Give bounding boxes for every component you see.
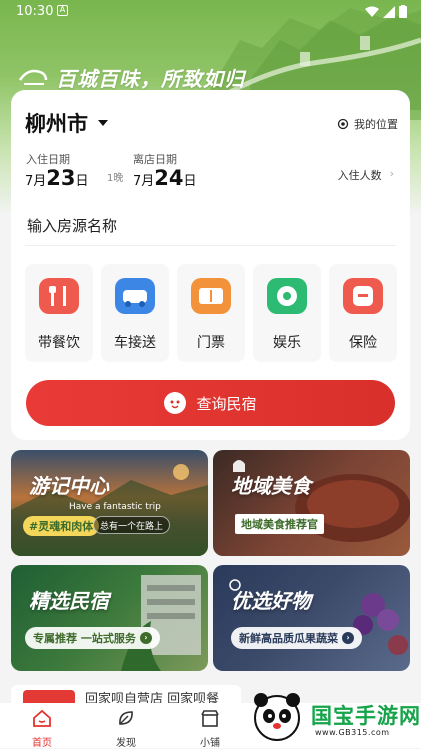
car-icon: [115, 278, 155, 314]
service-label: 门票: [197, 335, 225, 351]
arrow-right-icon: ›: [342, 632, 354, 644]
search-card: 柳州市 我的位置 入住日期 7月23日 1晚 离店日期 7月24日 入住人数 ›…: [11, 90, 410, 440]
service-label: 保险: [349, 335, 377, 351]
dining-icon: [39, 278, 79, 314]
checkout-day: 24: [154, 166, 184, 190]
app-notification-icon: A: [57, 5, 68, 16]
tab-discover[interactable]: 发现: [96, 705, 156, 749]
fruit-basket-image: [229, 579, 408, 655]
service-label: 车接送: [114, 335, 156, 351]
service-car[interactable]: 车接送: [101, 264, 169, 362]
tile-local-food[interactable]: 地域美食 地域美食推荐官: [213, 450, 410, 556]
slogan-text: 百城百味，所致如归: [56, 66, 245, 91]
tile-title: 游记中心: [29, 474, 109, 498]
guests-selector[interactable]: 入住人数 ›: [338, 167, 394, 183]
checkin-unit: 日: [75, 174, 89, 189]
tile-title: 优选好物: [231, 589, 311, 613]
checkin-label: 入住日期: [26, 153, 70, 166]
tile-homestay[interactable]: 精选民宿 专属推荐 一站式服务 ›: [11, 565, 208, 671]
checkin-month: 7月: [25, 174, 47, 189]
tile-pill: 专属推荐 一站式服务 ›: [25, 627, 160, 649]
slogan: 百城百味，所致如归: [18, 62, 245, 92]
tile-title: 精选民宿: [29, 589, 109, 613]
tile-pill: 新鲜高品质瓜果蔬菜 ›: [231, 627, 362, 649]
tile-pill-label: 新鲜高品质瓜果蔬菜: [239, 632, 338, 645]
food-image: [233, 460, 410, 542]
my-location-label: 我的位置: [354, 118, 398, 131]
ticket-icon: [191, 278, 231, 314]
checkout-label: 离店日期: [133, 153, 177, 166]
watermark-url: www.GB315.com: [315, 728, 390, 737]
watermark-brand: 国宝手游网: [311, 704, 421, 728]
caret-down-icon: [98, 120, 108, 126]
insurance-icon: [343, 278, 383, 314]
signal-icon: [383, 5, 395, 18]
service-entertainment[interactable]: 娱乐: [253, 264, 321, 362]
tile-pill-label: 专属推荐 一站式服务: [33, 632, 136, 645]
locate-icon: [337, 118, 349, 130]
tab-label: 小铺: [200, 738, 220, 749]
service-label: 娱乐: [273, 335, 301, 351]
homestay-image: [121, 575, 201, 671]
tab-home[interactable]: 首页: [12, 705, 72, 749]
checkout-unit: 日: [183, 174, 197, 189]
checkin-date[interactable]: 7月23日: [25, 166, 89, 190]
status-icons: [365, 5, 407, 18]
service-list: 带餐饮 车接送 门票 娱乐 保险: [25, 264, 397, 362]
tile-subtitle: Have a fantastic trip: [69, 502, 161, 512]
tile-title: 地域美食: [231, 474, 311, 498]
entertainment-icon: [267, 278, 307, 314]
shop-icon: [201, 710, 219, 727]
arrow-right-icon: ›: [139, 632, 152, 644]
my-location-button[interactable]: 我的位置: [337, 116, 398, 132]
guests-label: 入住人数: [337, 169, 382, 182]
checkout-date[interactable]: 7月24日: [133, 166, 197, 190]
tile-note: 总有一个在路上: [93, 516, 171, 534]
mascot-icon: [164, 392, 187, 414]
great-wall-logo-icon: [18, 69, 48, 85]
service-ticket[interactable]: 门票: [177, 264, 245, 362]
city-name: 柳州市: [25, 112, 88, 136]
tile-tag: 地域美食推荐官: [235, 514, 324, 534]
chevron-right-icon: ›: [389, 167, 394, 180]
service-dining[interactable]: 带餐饮: [25, 264, 93, 362]
wifi-icon: [365, 6, 379, 17]
checkout-month: 7月: [133, 174, 155, 189]
nights-count: 1晚: [107, 173, 124, 184]
tile-travel-notes[interactable]: 游记中心 Have a fantastic trip #灵魂和肉体 总有一个在路…: [11, 450, 208, 556]
service-insurance[interactable]: 保险: [329, 264, 397, 362]
tab-shop[interactable]: 小铺: [180, 705, 240, 749]
tab-label: 发现: [116, 738, 136, 749]
status-bar: 10:30 A: [0, 0, 421, 24]
service-label: 带餐饮: [38, 335, 80, 351]
store-banner[interactable]: 回家呗自营店 回家呗餐: [11, 685, 241, 705]
status-time: 10:30: [16, 4, 54, 19]
watermark: 国宝手游网 www.GB315.com: [245, 688, 421, 748]
checkin-day: 23: [46, 166, 76, 190]
house-name-input[interactable]: 输入房源名称: [27, 215, 117, 236]
discover-icon: [119, 711, 133, 725]
panda-logo-icon: [254, 693, 300, 741]
search-homestay-button[interactable]: 查询民宿: [26, 380, 395, 426]
search-button-label: 查询民宿: [196, 394, 257, 413]
tile-tag: #灵魂和肉体: [23, 516, 100, 536]
city-selector[interactable]: 柳州市: [25, 108, 108, 138]
tile-good-goods[interactable]: 优选好物 新鲜高品质瓜果蔬菜 ›: [213, 565, 410, 671]
tab-label: 首页: [32, 738, 52, 749]
home-icon: [33, 709, 51, 727]
battery-icon: [399, 5, 407, 18]
divider: [25, 245, 396, 246]
